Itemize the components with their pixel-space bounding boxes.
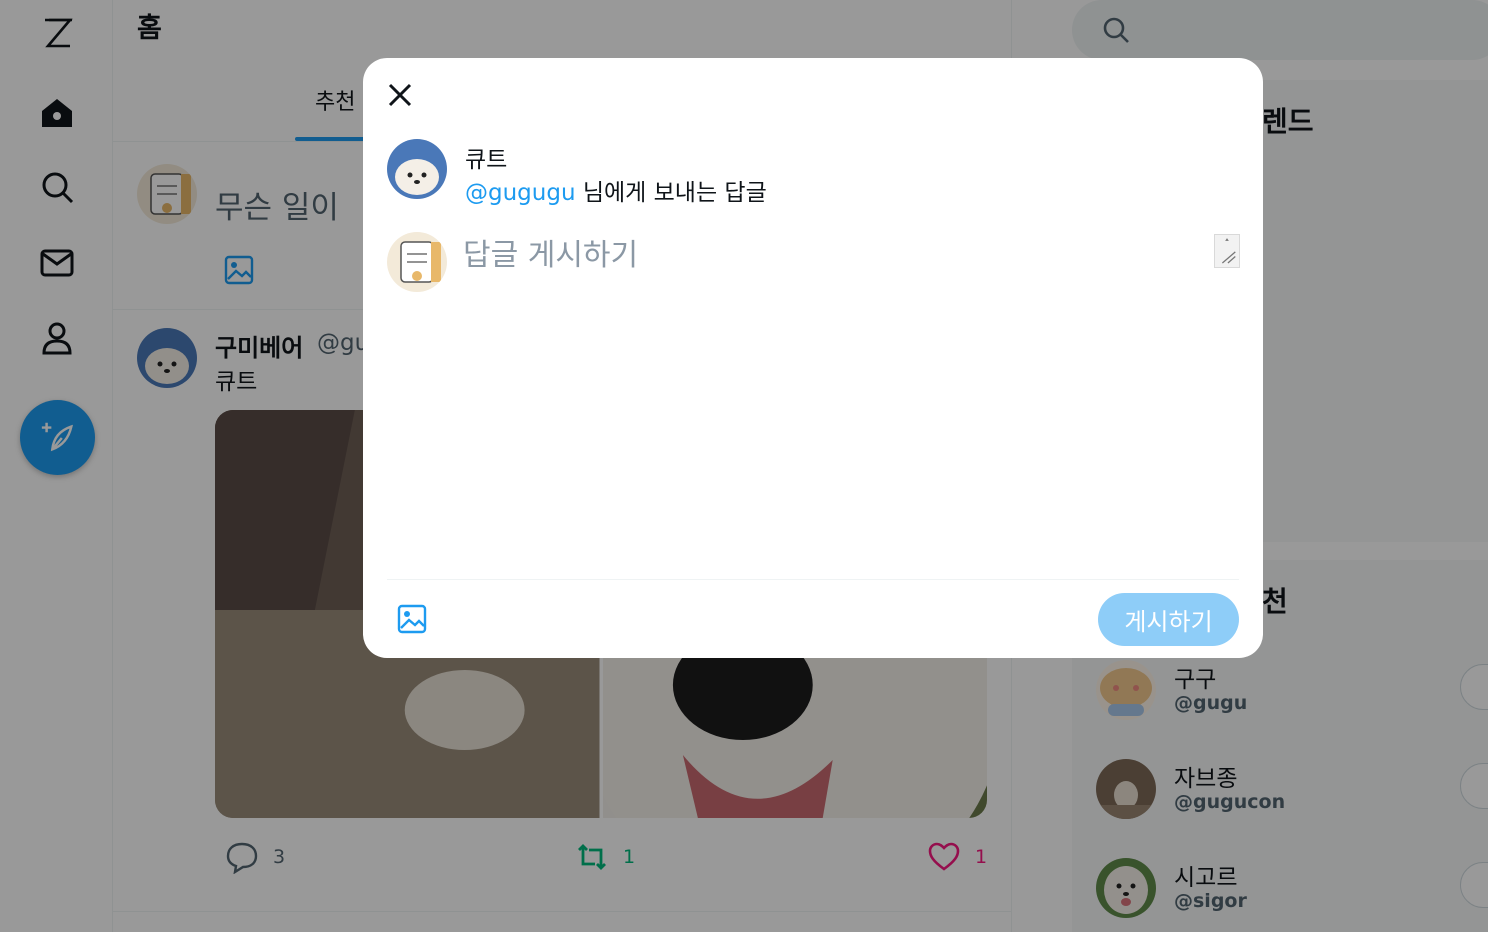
post-reply-button[interactable]: 게시하기 <box>1098 593 1239 646</box>
modal-divider <box>387 579 1239 580</box>
replying-to-suffix: 님에게 보내는 답글 <box>575 180 767 206</box>
replied-post-avatar[interactable] <box>387 139 447 199</box>
reply-modal: 큐트 @gugugu 님에게 보내는 답글 게시하기 <box>363 58 1263 658</box>
replying-to-mention[interactable]: @gugugu <box>465 180 576 206</box>
close-button[interactable] <box>383 78 417 112</box>
replied-post-text: 큐트 <box>465 147 508 173</box>
app-root: 홈 추천 무슨 일이 구미베어 @gu 큐트 3 1 1 렌드 천 구구 @gu… <box>0 0 1488 932</box>
close-icon <box>388 83 412 107</box>
reply-input[interactable] <box>463 230 1241 560</box>
image-upload-icon[interactable] <box>396 603 428 635</box>
resize-grip-icon <box>1221 238 1236 264</box>
my-avatar[interactable] <box>387 232 447 292</box>
replying-to-line: @gugugu 님에게 보내는 답글 <box>465 173 767 207</box>
textarea-resize-handle[interactable] <box>1214 234 1240 268</box>
